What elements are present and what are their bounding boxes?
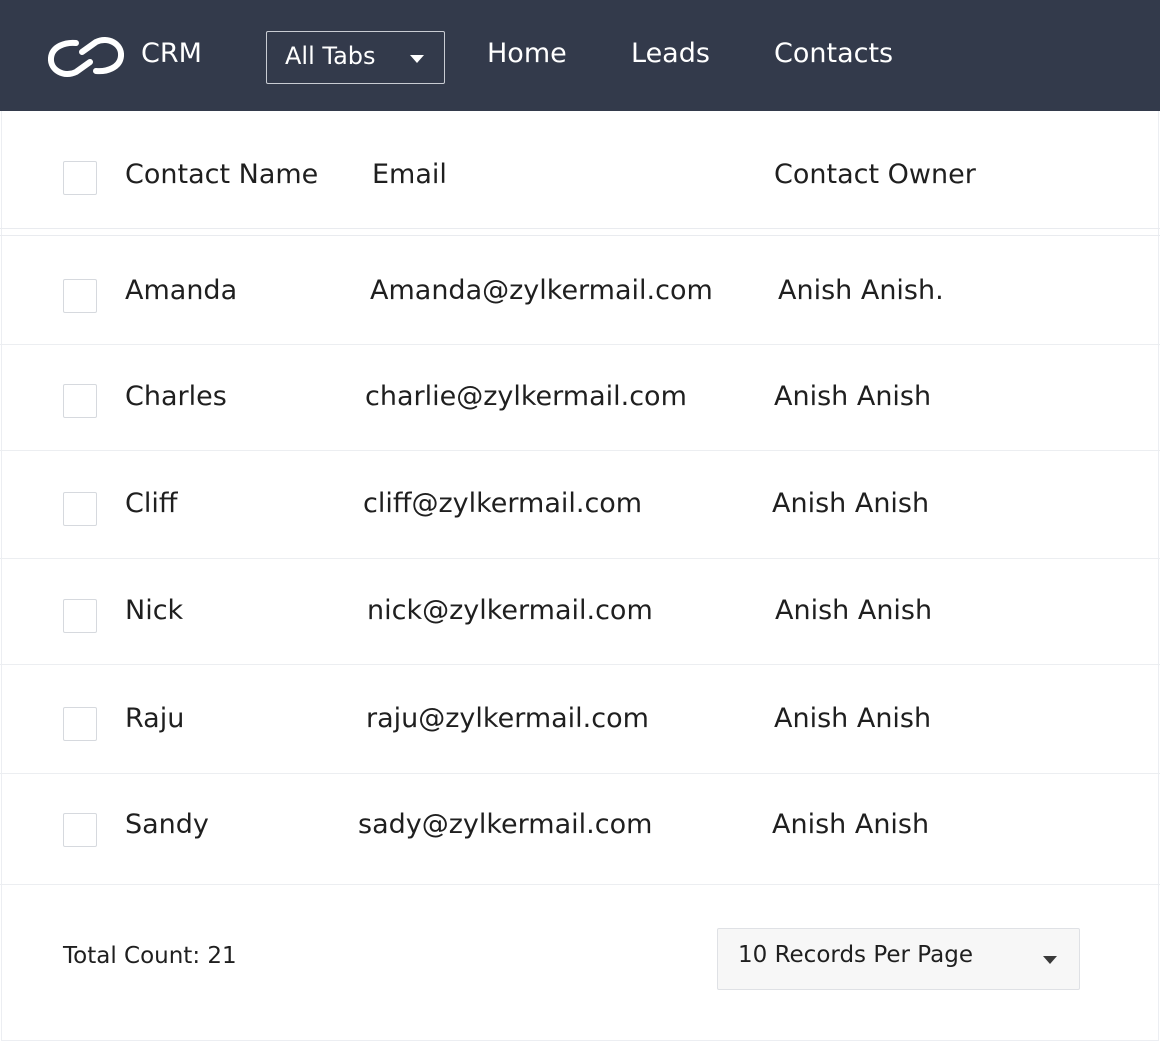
row-checkbox[interactable] (63, 707, 97, 741)
contact-name[interactable]: Amanda (125, 275, 237, 306)
contact-email[interactable]: Amanda@zylkermail.com (370, 275, 713, 306)
select-all-checkbox[interactable] (63, 161, 97, 195)
table-row[interactable]: Raju raju@zylkermail.com Anish Anish (0, 665, 1160, 774)
contact-owner: Anish Anish (772, 488, 930, 519)
top-navigation-bar: CRM All Tabs Home Leads Contacts (0, 0, 1160, 111)
row-checkbox[interactable] (63, 492, 97, 526)
contact-owner: Anish Anish (775, 595, 933, 626)
records-per-page-label: 10 Records Per Page (738, 942, 973, 968)
contact-owner: Anish Anish (772, 809, 930, 840)
column-header-email[interactable]: Email (372, 159, 447, 190)
table-row[interactable]: Sandy sady@zylkermail.com Anish Anish (0, 774, 1160, 885)
contact-email[interactable]: cliff@zylkermail.com (363, 488, 642, 519)
crm-logo-icon (48, 36, 124, 78)
all-tabs-dropdown[interactable]: All Tabs (266, 31, 445, 84)
row-checkbox[interactable] (63, 384, 97, 418)
contact-name[interactable]: Nick (125, 595, 183, 626)
contact-owner: Anish Anish (774, 381, 932, 412)
contact-email[interactable]: charlie@zylkermail.com (365, 381, 687, 412)
contact-email[interactable]: sady@zylkermail.com (358, 809, 652, 840)
nav-home[interactable]: Home (487, 38, 567, 69)
nav-leads[interactable]: Leads (631, 38, 710, 69)
row-checkbox[interactable] (63, 279, 97, 313)
row-checkbox[interactable] (63, 599, 97, 633)
contact-name[interactable]: Cliff (125, 488, 177, 519)
contact-name[interactable]: Charles (125, 381, 227, 412)
contact-email[interactable]: nick@zylkermail.com (367, 595, 653, 626)
caret-down-icon (410, 55, 424, 63)
nav-contacts[interactable]: Contacts (774, 38, 893, 69)
table-row[interactable]: Nick nick@zylkermail.com Anish Anish (0, 559, 1160, 665)
brand-name: CRM (141, 38, 202, 69)
table-row[interactable]: Cliff cliff@zylkermail.com Anish Anish (0, 451, 1160, 559)
table-row[interactable]: Charles charlie@zylkermail.com Anish Ani… (0, 345, 1160, 451)
column-header-contact-owner[interactable]: Contact Owner (774, 159, 976, 190)
total-count: Total Count: 21 (63, 943, 237, 969)
contact-name[interactable]: Sandy (125, 809, 209, 840)
contact-name[interactable]: Raju (125, 703, 184, 734)
contact-owner: Anish Anish. (778, 275, 944, 306)
all-tabs-dropdown-label: All Tabs (285, 42, 376, 70)
table-row[interactable]: Amanda Amanda@zylkermail.com Anish Anish… (0, 236, 1160, 345)
row-checkbox[interactable] (63, 813, 97, 847)
table-header-row: Contact Name Email Contact Owner (0, 111, 1160, 229)
column-header-contact-name[interactable]: Contact Name (125, 159, 318, 190)
contact-owner: Anish Anish (774, 703, 932, 734)
caret-down-icon (1043, 956, 1057, 964)
contact-email[interactable]: raju@zylkermail.com (366, 703, 649, 734)
records-per-page-dropdown[interactable]: 10 Records Per Page (717, 928, 1080, 990)
